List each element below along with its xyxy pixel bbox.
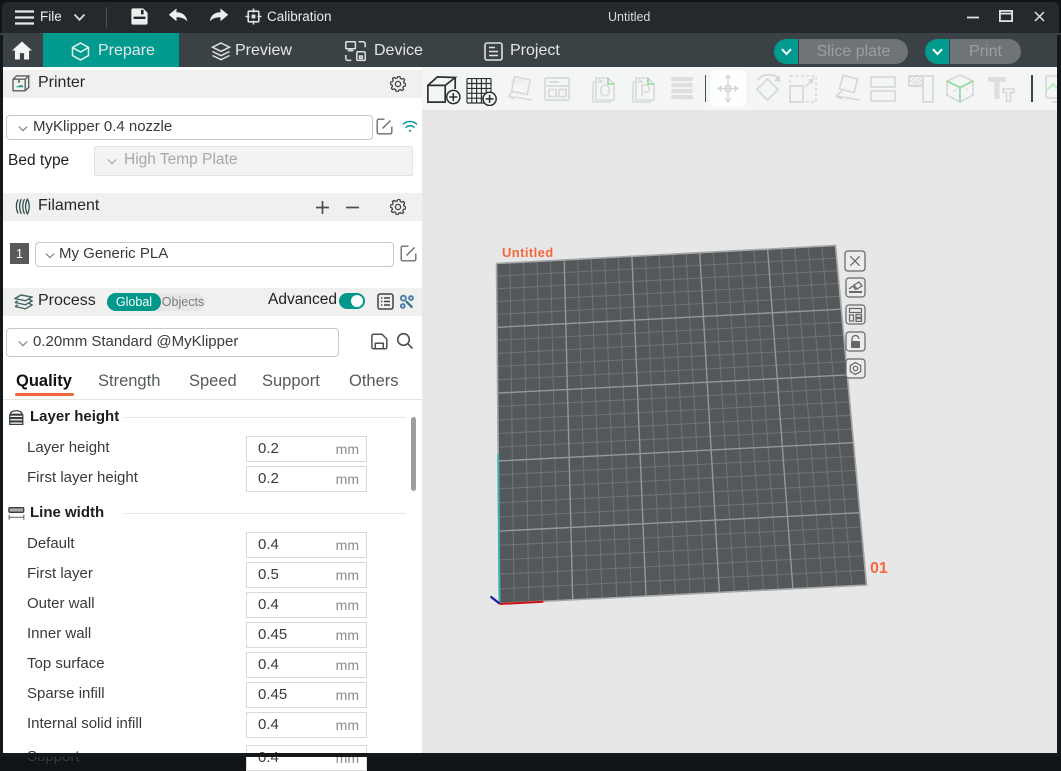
svg-text:AUTO: AUTO [511,79,525,85]
